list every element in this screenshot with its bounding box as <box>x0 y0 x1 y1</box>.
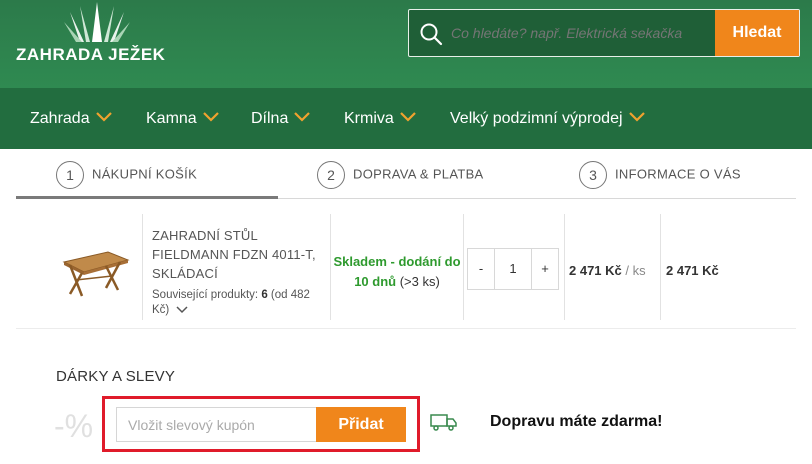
column-divider <box>463 214 464 320</box>
unit-price-suffix: / ks <box>621 263 646 278</box>
chevron-down-icon <box>202 112 219 122</box>
nav-item-vyprodej[interactable]: Velký podzimní výprodej <box>450 88 645 149</box>
stock-quantity: (>3 ks) <box>399 274 440 289</box>
nav-item-label: Zahrada <box>30 110 90 127</box>
step-number: 3 <box>579 160 607 189</box>
quantity-stepper: - 1 + <box>467 248 559 290</box>
step-label: INFORMACE O VÁS <box>615 166 741 182</box>
column-divider <box>660 214 661 320</box>
column-divider <box>142 214 143 320</box>
step-shipping-payment[interactable]: 2 DOPRAVA & PLATBA <box>317 159 484 189</box>
nav-item-label: Krmiva <box>344 110 394 127</box>
stock-status: Skladem - dodání do 10 dnů (>3 ks) <box>333 252 461 292</box>
related-products[interactable]: Související produkty: 6 (od 482 Kč) <box>152 288 330 318</box>
checkout-steps: 1 NÁKUPNÍ KOŠÍK 2 DOPRAVA & PLATBA 3 INFORM… <box>0 149 812 201</box>
step-number: 1 <box>56 160 84 189</box>
truck-icon <box>430 414 457 431</box>
gifts-discounts-title: DÁRKY A SLEVY <box>56 368 176 385</box>
site-logo[interactable]: ZAHRADA JEŽEK <box>16 0 176 80</box>
total-price: 2 471 Kč <box>666 263 719 278</box>
chevron-down-icon[interactable] <box>176 306 188 314</box>
unit-price: 2 471 Kč / ks <box>569 263 646 278</box>
chevron-down-icon <box>95 112 112 122</box>
nav-item-dilna[interactable]: Dílna <box>251 88 311 149</box>
quantity-input[interactable]: 1 <box>494 249 532 289</box>
nav-item-krmiva[interactable]: Krmiva <box>344 88 416 149</box>
chevron-down-icon <box>628 112 645 122</box>
column-divider <box>330 214 331 320</box>
step-cart[interactable]: 1 NÁKUPNÍ KOŠÍK <box>56 159 197 189</box>
stock-text: Skladem - dodání do 10 dnů <box>333 254 461 289</box>
related-prefix: Související produkty: <box>152 289 262 301</box>
product-name[interactable]: ZAHRADNÍ STŮL FIELDMANN FDZN 4011-T, SKL… <box>152 226 324 283</box>
row-divider <box>16 328 796 329</box>
chevron-down-icon <box>400 112 416 122</box>
step-label: NÁKUPNÍ KOŠÍK <box>92 166 198 182</box>
nav-item-label: Dílna <box>251 110 289 127</box>
nav-item-kamna[interactable]: Kamna <box>146 88 219 149</box>
nav-item-label: Kamna <box>146 110 197 127</box>
decrease-quantity-button[interactable]: - <box>468 249 494 289</box>
nav-item-label: Velký podzimní výprodej <box>450 110 623 127</box>
search-bar: Hledat <box>408 9 800 57</box>
increase-quantity-button[interactable]: + <box>532 249 558 289</box>
logo-leaves-icon <box>64 2 130 42</box>
coupon-input[interactable] <box>116 407 316 442</box>
search-input[interactable] <box>451 10 717 56</box>
search-icon[interactable] <box>419 22 443 46</box>
active-step-indicator <box>16 196 278 199</box>
add-coupon-button[interactable]: Přidat <box>316 407 406 442</box>
chevron-down-icon <box>294 112 311 122</box>
step-number: 2 <box>317 160 345 189</box>
site-header: ZAHRADA JEŽEK Hledat <box>0 0 812 88</box>
nav-item-zahrada[interactable]: Zahrada <box>30 88 112 149</box>
search-button[interactable]: Hledat <box>715 10 799 56</box>
step-label: DOPRAVA & PLATBA <box>353 166 484 182</box>
unit-price-value: 2 471 Kč <box>569 263 622 278</box>
free-shipping-text: Dopravu máte zdarma! <box>490 413 663 430</box>
column-divider <box>564 214 565 320</box>
product-image[interactable] <box>60 240 130 300</box>
discount-percent-icon: -% <box>54 408 94 444</box>
step-customer-info[interactable]: 3 INFORMACE O VÁS <box>579 159 741 189</box>
main-nav: Zahrada Kamna Dílna Krmiva Velký podzimn… <box>0 88 812 149</box>
brand-name: ZAHRADA JEŽEK <box>16 45 166 64</box>
